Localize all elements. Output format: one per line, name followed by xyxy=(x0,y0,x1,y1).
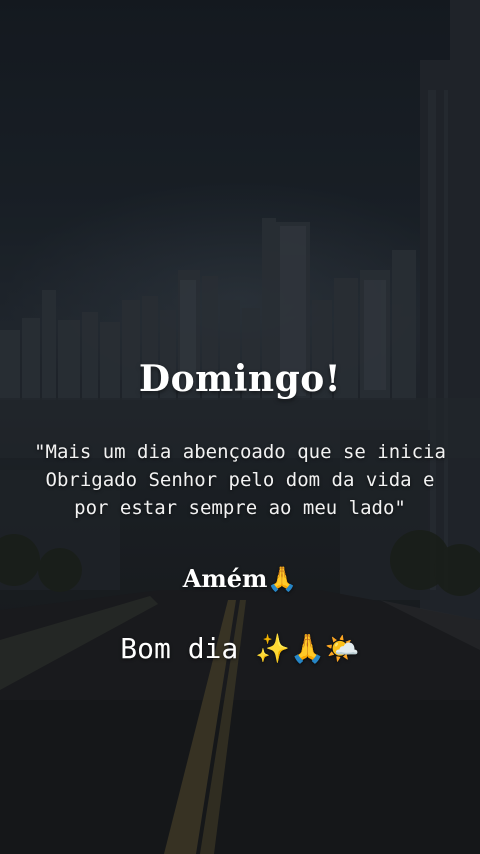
story-background: Domingo! "Mais um dia abençoado que se i… xyxy=(0,0,480,854)
greeting-text: Bom dia xyxy=(120,632,239,665)
amen-text: Amém xyxy=(182,564,268,593)
dark-overlay xyxy=(0,0,480,854)
post-title: Domingo! xyxy=(138,358,342,400)
praying-hands-icon: 🙏 xyxy=(267,565,298,593)
sparkles-praying-sun-icons: ✨🙏🌤️ xyxy=(255,632,360,665)
amen-line: Amém🙏 xyxy=(0,564,480,593)
quote-text: "Mais um dia abençoado que se inicia Obr… xyxy=(34,441,446,519)
greeting-line: Bom dia ✨🙏🌤️ xyxy=(0,632,480,665)
